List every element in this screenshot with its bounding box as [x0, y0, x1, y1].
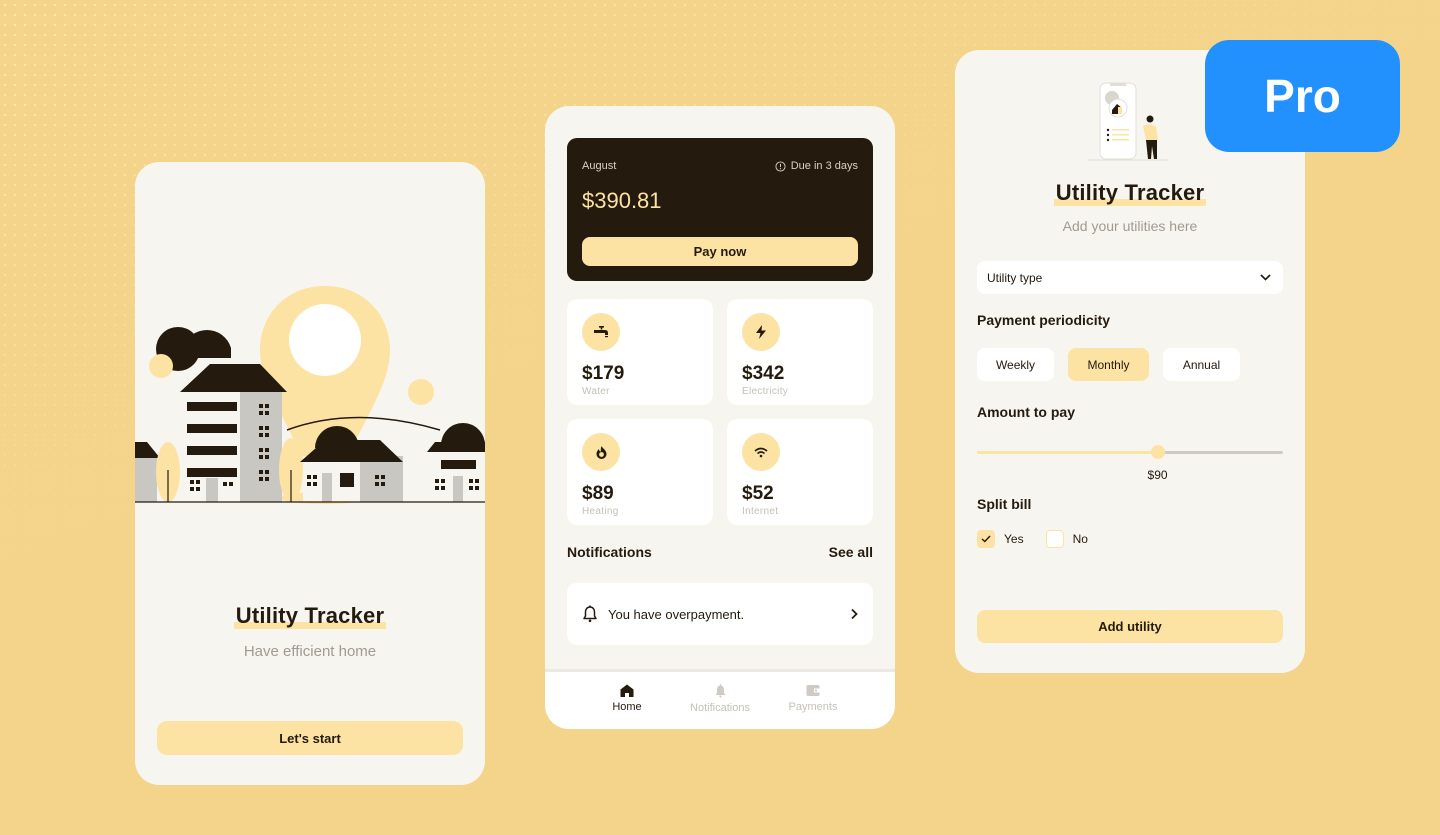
- wifi-icon: [742, 433, 780, 471]
- periodicity-annual[interactable]: Annual: [1163, 348, 1240, 381]
- bell-icon: [583, 605, 597, 623]
- utility-amount: $89: [582, 483, 614, 504]
- checkbox-label: Yes: [1004, 532, 1024, 546]
- city-illustration: [135, 286, 485, 504]
- slider-fill: [977, 451, 1158, 454]
- tab-label: Payments: [788, 701, 838, 713]
- dashboard-screen: August Due in 3 days $390.81 Pay now $17…: [545, 106, 895, 729]
- split-bill-yes[interactable]: Yes: [977, 530, 1024, 548]
- utility-label: Water: [582, 386, 610, 397]
- onboarding-screen: Utility Tracker Have efficient home Let'…: [135, 162, 485, 785]
- add-utility-button[interactable]: Add utility: [977, 610, 1283, 643]
- app-subtitle: Add your utilities here: [1062, 218, 1198, 234]
- notifications-heading: Notifications: [567, 544, 652, 560]
- bell-icon: [715, 684, 725, 698]
- onboarding-title-block: Utility Tracker Have efficient home: [135, 603, 485, 660]
- tab-notifications[interactable]: Notifications: [674, 672, 767, 729]
- lightning-icon: [742, 313, 780, 351]
- home-icon: [620, 684, 634, 697]
- bill-month: August: [582, 160, 617, 172]
- bottom-tab-bar: Home Notifications Payments: [545, 669, 895, 729]
- utility-amount: $52: [742, 483, 774, 504]
- app-title: Utility Tracker: [233, 603, 387, 629]
- utility-tile-heating[interactable]: $89 Heating: [567, 419, 713, 525]
- utility-type-placeholder: Utility type: [987, 270, 1043, 285]
- utility-label: Electricity: [742, 386, 789, 397]
- notifications-header: Notifications See all: [567, 544, 873, 560]
- periodicity-weekly[interactable]: Weekly: [977, 348, 1054, 381]
- utility-label: Internet: [742, 506, 779, 517]
- slider-thumb[interactable]: [1150, 445, 1165, 459]
- checkbox-label: No: [1072, 532, 1088, 546]
- pro-badge: Pro: [1205, 40, 1400, 152]
- bill-due-status: Due in 3 days: [775, 160, 858, 172]
- utility-amount: $342: [742, 363, 785, 384]
- pay-now-button[interactable]: Pay now: [582, 237, 858, 266]
- bill-due-text: Due in 3 days: [790, 160, 858, 172]
- phone-person-illustration: [1088, 82, 1168, 161]
- split-bill-label: Split bill: [977, 496, 1032, 512]
- lets-start-button[interactable]: Let's start: [157, 721, 463, 755]
- amount-value: $90: [1147, 468, 1168, 482]
- utility-label: Heating: [582, 506, 619, 517]
- utility-amount: $179: [582, 363, 625, 384]
- notification-item[interactable]: You have overpayment.: [567, 583, 873, 645]
- periodicity-options: Weekly Monthly Annual: [977, 348, 1283, 381]
- utility-tile-electricity[interactable]: $342 Electricity: [727, 299, 873, 405]
- chevron-down-icon: [1260, 274, 1271, 281]
- split-bill-no[interactable]: No: [1045, 530, 1088, 548]
- amount-to-pay-label: Amount to pay: [977, 404, 1075, 420]
- app-subtitle: Have efficient home: [243, 643, 377, 660]
- flame-icon: [582, 433, 620, 471]
- see-all-link[interactable]: See all: [829, 544, 873, 560]
- alert-circle-icon: [775, 160, 786, 172]
- periodicity-monthly[interactable]: Monthly: [1068, 348, 1149, 381]
- checkbox-unchecked[interactable]: [1045, 530, 1064, 548]
- add-utility-title-block: Utility Tracker Add your utilities here: [955, 180, 1305, 234]
- split-bill-options: Yes No: [977, 530, 1283, 548]
- faucet-icon: [582, 313, 620, 351]
- app-title: Utility Tracker: [1053, 180, 1207, 206]
- bill-amount: $390.81: [582, 188, 662, 213]
- tab-home[interactable]: Home: [581, 672, 674, 729]
- payment-periodicity-label: Payment periodicity: [977, 312, 1111, 328]
- utility-tile-water[interactable]: $179 Water: [567, 299, 713, 405]
- utility-tiles: $179 Water $342 Electricity $89 Heating: [567, 299, 873, 525]
- utility-tile-internet[interactable]: $52 Internet: [727, 419, 873, 525]
- notification-text: You have overpayment.: [608, 606, 745, 622]
- checkbox-checked[interactable]: [977, 530, 995, 548]
- tab-payments[interactable]: Payments: [767, 672, 860, 729]
- tab-label: Home: [612, 701, 642, 713]
- chevron-right-icon: [851, 608, 858, 620]
- amount-slider[interactable]: [977, 443, 1283, 463]
- bill-summary-card: August Due in 3 days $390.81 Pay now: [567, 138, 873, 281]
- checkmark-icon: [981, 535, 991, 543]
- utility-type-select[interactable]: Utility type: [977, 261, 1283, 294]
- wallet-icon: [806, 685, 820, 696]
- tab-label: Notifications: [690, 702, 750, 714]
